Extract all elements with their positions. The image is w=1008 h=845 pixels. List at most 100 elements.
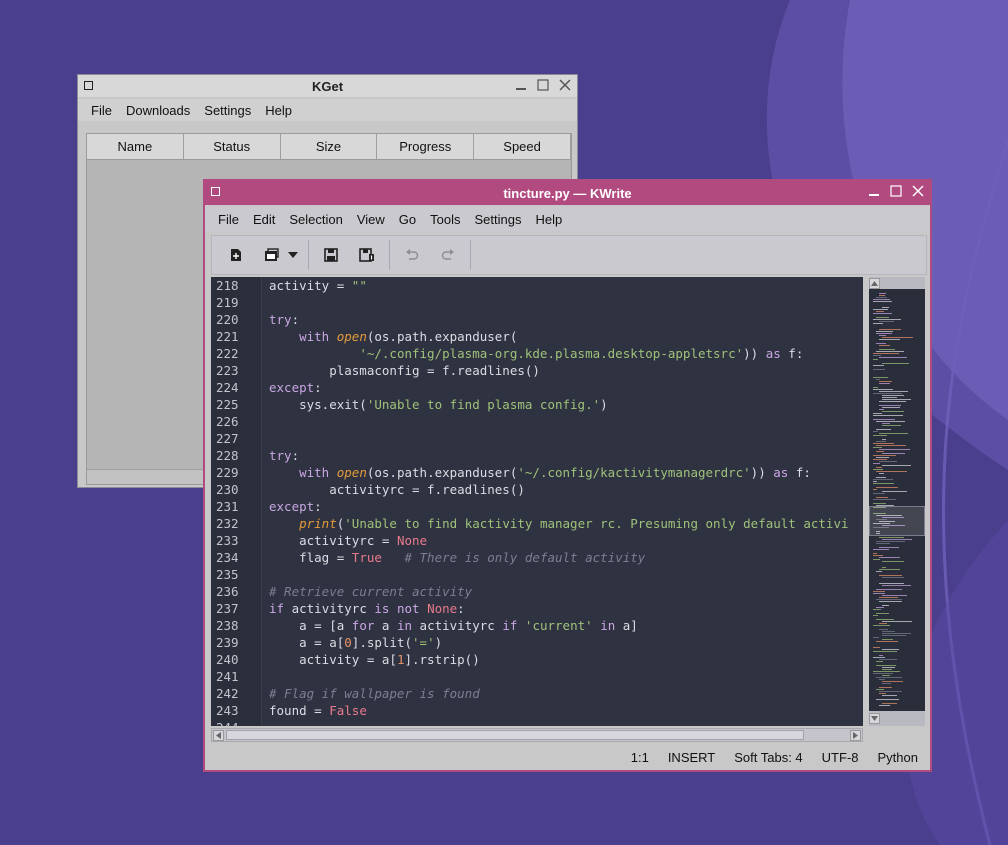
menu-settings[interactable]: Settings [197,103,258,118]
minimap-line [882,399,911,400]
minimize-icon[interactable] [866,183,882,199]
code-line[interactable]: 220 try: [211,311,863,328]
scroll-down-icon[interactable] [869,713,880,724]
menu-settings[interactable]: Settings [468,212,529,227]
minimap-line [879,569,900,570]
menu-selection[interactable]: Selection [282,212,349,227]
code-line[interactable]: 227 [211,430,863,447]
code-line[interactable]: 221 with open(os.path.expanduser( [211,328,863,345]
close-icon[interactable] [910,183,926,199]
code-line[interactable]: 243 found = False [211,702,863,719]
horizontal-scroll-thumb[interactable] [226,730,804,740]
line-number: 223 [216,363,239,378]
code-line[interactable]: 232 print('Unable to find kactivity mana… [211,515,863,532]
code-line[interactable]: 240 activity = a[1].rstrip() [211,651,863,668]
code-line[interactable]: 234 flag = True # There is only default … [211,549,863,566]
line-text: try: [269,312,300,327]
chevron-down-icon[interactable] [286,241,300,269]
minimap-line [876,297,887,298]
window-menu-icon[interactable] [84,81,93,90]
minimap-line [873,481,877,482]
indentation-settings[interactable]: Soft Tabs: 4 [734,750,802,765]
horizontal-scrollbar[interactable] [211,728,863,742]
menu-file[interactable]: File [211,212,246,227]
minimap-viewport[interactable] [869,506,925,536]
menu-file[interactable]: File [84,103,119,118]
maximize-icon[interactable] [888,183,904,199]
code-line[interactable]: 222 '~/.config/plasma-org.kde.plasma.des… [211,345,863,362]
code-line[interactable]: 218 activity = "" [211,277,863,294]
minimap-line [882,639,893,640]
code-line[interactable]: 219 [211,294,863,311]
code-line[interactable]: 238 a = [a for a in activityrc if 'curre… [211,617,863,634]
code-content[interactable]: 218 activity = "" 219 220 try: 221 with open(… [211,277,863,726]
column-header-size[interactable]: Size [281,134,378,159]
save-as-icon[interactable] [353,241,381,269]
code-line[interactable]: 236 # Retrieve current activity [211,583,863,600]
open-document-icon[interactable] [258,241,286,269]
code-line[interactable]: 226 [211,413,863,430]
code-line[interactable]: 225 sys.exit('Unable to find plasma conf… [211,396,863,413]
menu-downloads[interactable]: Downloads [119,103,197,118]
maximize-icon[interactable] [535,77,551,93]
code-line[interactable]: 233 activityrc = None [211,532,863,549]
kget-titlebar[interactable]: KGet [78,75,577,97]
menu-edit[interactable]: Edit [246,212,282,227]
minimap-line [876,541,905,542]
kwrite-titlebar[interactable]: tincture.py — KWrite [205,181,930,205]
minimap-line [876,613,889,614]
code-line[interactable]: 228 try: [211,447,863,464]
menu-go[interactable]: Go [392,212,423,227]
line-text: activityrc = f.readlines() [269,482,525,497]
menu-help[interactable]: Help [258,103,299,118]
minimap-line [873,637,879,638]
minimap-line [882,681,903,682]
code-line[interactable]: 230 activityrc = f.readlines() [211,481,863,498]
file-encoding[interactable]: UTF-8 [822,750,859,765]
window-menu-icon[interactable] [211,187,220,196]
syntax-mode[interactable]: Python [878,750,918,765]
minimap-line [882,423,890,424]
minimap-line [879,597,898,598]
menu-tools[interactable]: Tools [423,212,467,227]
code-line[interactable]: 244 [211,719,863,726]
menu-help[interactable]: Help [528,212,569,227]
minimap-line [873,553,877,554]
line-number: 233 [216,533,239,548]
column-header-name[interactable]: Name [87,134,184,159]
minimap-line [876,457,889,458]
code-line[interactable]: 242 # Flag if wallpaper is found [211,685,863,702]
kget-title: KGet [311,78,344,94]
undo-icon[interactable] [398,241,426,269]
new-document-icon[interactable] [222,241,250,269]
cursor-position[interactable]: 1:1 [631,750,649,765]
column-header-status[interactable]: Status [184,134,281,159]
column-header-speed[interactable]: Speed [474,134,571,159]
close-icon[interactable] [557,77,573,93]
code-minimap[interactable] [869,289,925,711]
scroll-right-icon[interactable] [850,730,861,741]
code-line[interactable]: 231 except: [211,498,863,515]
line-number: 240 [216,652,239,667]
minimap-line [882,695,897,696]
code-line[interactable]: 223 plasmaconfig = f.readlines() [211,362,863,379]
code-line[interactable]: 229 with open(os.path.expanduser('~/.con… [211,464,863,481]
scroll-up-icon[interactable] [869,278,880,289]
code-line[interactable]: 241 [211,668,863,685]
save-icon[interactable] [317,241,345,269]
menu-view[interactable]: View [350,212,392,227]
code-line[interactable]: 239 a = a[0].split('=') [211,634,863,651]
minimap-line [879,583,904,584]
input-mode[interactable]: INSERT [668,750,715,765]
code-line[interactable]: 237 if activityrc is not None: [211,600,863,617]
minimize-icon[interactable] [513,77,529,93]
code-editor[interactable]: 218 activity = "" 219 220 try: 221 with open(… [211,277,863,726]
redo-icon[interactable] [434,241,462,269]
minimap-line [879,329,901,330]
line-text: activityrc = None [269,533,428,548]
scroll-left-icon[interactable] [213,730,224,741]
column-header-progress[interactable]: Progress [377,134,475,159]
code-line[interactable]: 224 except: [211,379,863,396]
line-number: 226 [216,414,239,429]
code-line[interactable]: 235 [211,566,863,583]
